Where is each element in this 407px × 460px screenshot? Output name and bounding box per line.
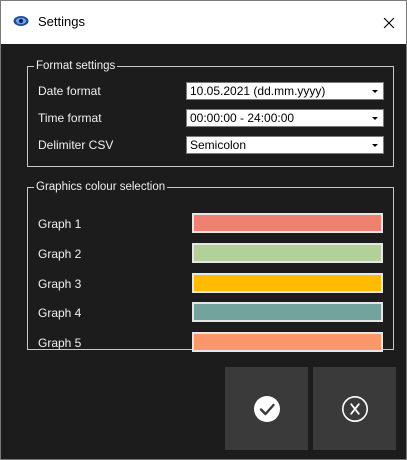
chevron-down-icon [372, 90, 378, 93]
delimiter-csv-label: Delimiter CSV [38, 138, 114, 152]
graphics-colour-legend: Graphics colour selection [36, 181, 166, 193]
ok-button[interactable] [225, 367, 308, 450]
graph-3-label: Graph 3 [38, 277, 82, 291]
window-title: Settings [38, 14, 85, 29]
time-format-label: Time format [38, 111, 102, 125]
graph-1-colour-swatch[interactable] [192, 213, 383, 233]
close-icon [383, 17, 395, 28]
graph-3-colour-swatch[interactable] [192, 273, 383, 293]
title-bar: Settings [1, 1, 406, 44]
graph-4-colour-swatch[interactable] [192, 302, 383, 322]
graph-2-label: Graph 2 [38, 247, 82, 261]
graph-5-label: Graph 5 [38, 336, 82, 350]
delimiter-csv-value: Semicolon [190, 138, 247, 152]
cancel-button[interactable] [313, 367, 396, 450]
checkmark-icon [253, 395, 280, 422]
chevron-down-icon [372, 117, 378, 120]
dialog-body: Format settings Date format 10.05.2021 (… [1, 44, 406, 459]
close-button[interactable] [372, 1, 406, 44]
date-format-label: Date format [38, 84, 101, 98]
time-format-value: 00:00:00 - 24:00:00 [190, 111, 295, 125]
delimiter-csv-select[interactable]: Semicolon [186, 136, 384, 154]
chevron-down-icon [372, 144, 378, 147]
time-format-select[interactable]: 00:00:00 - 24:00:00 [186, 109, 384, 127]
graphics-colour-group: Graphics colour selection Graph 1 Graph … [27, 181, 394, 352]
date-format-select[interactable]: 10.05.2021 (dd.mm.yyyy) [186, 82, 384, 100]
graph-5-colour-swatch[interactable] [192, 332, 383, 352]
graph-2-colour-swatch[interactable] [192, 243, 383, 263]
settings-app-icon [13, 16, 29, 26]
x-icon [341, 395, 368, 422]
settings-window: Settings Format settings Date format 10.… [0, 0, 407, 460]
format-settings-legend: Format settings [36, 60, 116, 72]
graph-1-label: Graph 1 [38, 217, 82, 231]
date-format-value: 10.05.2021 (dd.mm.yyyy) [190, 84, 326, 98]
graph-4-label: Graph 4 [38, 306, 82, 320]
